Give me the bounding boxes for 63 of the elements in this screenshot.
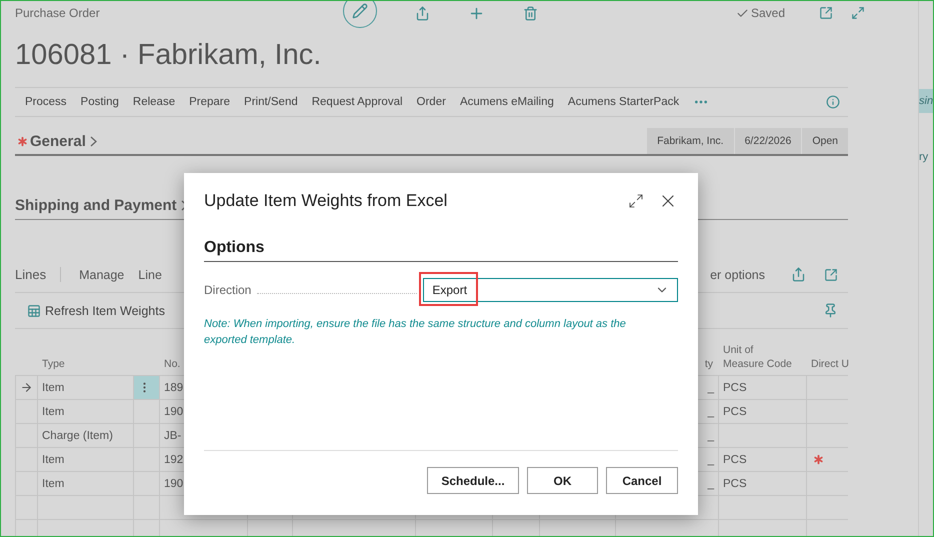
action-menu[interactable]: Order — [416, 96, 446, 108]
dialog-title: Update Item Weights from Excel — [204, 191, 448, 211]
lines-tab[interactable]: Manage — [79, 268, 124, 282]
table-cell: Charge (Item) — [37, 423, 133, 447]
column-header: Direct U — [811, 357, 849, 371]
table-cell: PCS — [718, 471, 806, 495]
open-new-window-icon[interactable] — [824, 268, 838, 282]
info-icon[interactable] — [826, 95, 840, 109]
table-cell — [247, 519, 292, 536]
column-header: ty — [704, 357, 713, 371]
table-cell: PCS — [718, 375, 806, 399]
expand-icon[interactable] — [628, 193, 644, 209]
delete-icon[interactable] — [523, 6, 538, 20]
pencil-icon — [352, 3, 368, 19]
share-icon[interactable] — [791, 267, 806, 282]
chevron-icon — [90, 136, 97, 146]
action-menu[interactable]: Release — [132, 96, 176, 108]
action-menu[interactable]: Acumens eMailing — [460, 96, 554, 108]
side-text: sin — [919, 89, 933, 113]
section-heading[interactable]: General — [30, 132, 86, 150]
table-cell — [492, 519, 539, 536]
table-cell: Item — [37, 399, 133, 423]
page-title: 106081 · Fabrikam, Inc. — [15, 38, 322, 73]
table-cell: Item — [37, 471, 133, 495]
table-cell — [133, 519, 159, 536]
column-header: Type — [42, 357, 65, 371]
dialog-button[interactable]: OK — [527, 467, 598, 494]
page-caption: Purchase Order — [15, 6, 101, 20]
action-menu[interactable]: Print/Send — [244, 96, 298, 108]
action-menu[interactable]: Acumens StarterPack — [568, 96, 680, 108]
side-text: ry — [919, 151, 930, 163]
check-icon — [736, 6, 749, 20]
column-header: Unit of Measure Code — [723, 343, 793, 371]
saved-status: Saved — [750, 6, 785, 20]
pin-icon[interactable] — [823, 303, 838, 318]
fact-box: Open — [801, 128, 848, 154]
table-icon — [27, 304, 41, 318]
fact-box: Fabrikam, Inc. — [646, 128, 734, 154]
action-menu[interactable]: Request Approval — [312, 96, 403, 108]
open-new-window-icon[interactable] — [819, 6, 833, 20]
action-menu[interactable]: Process — [25, 96, 67, 108]
direction-select[interactable]: Export — [423, 278, 678, 302]
table-cell — [15, 519, 37, 536]
column-header: No. — [164, 357, 180, 371]
fact-box: 6/22/2026 — [734, 128, 802, 154]
lines-heading: Lines — [15, 267, 62, 282]
refresh-item-weights-button[interactable]: Refresh Item Weights — [15, 304, 165, 318]
table-cell: PCS — [718, 447, 806, 471]
edit-button[interactable] — [343, 1, 377, 28]
dialog-button[interactable]: Cancel — [606, 467, 678, 494]
field-label: Direction — [204, 283, 252, 297]
table-cell: PCS — [718, 399, 806, 423]
section-heading: Options — [204, 239, 678, 262]
action-menu[interactable]: Posting — [80, 96, 119, 108]
note-text: Note: When importing, ensure the file has the same structure and column layout as the exported template. — [204, 317, 627, 348]
table-cell — [806, 519, 848, 536]
section-heading[interactable]: Shipping and Payment — [15, 197, 177, 214]
more-options-link[interactable]: er options — [710, 268, 765, 282]
lines-tab[interactable]: Line — [138, 268, 162, 282]
dialog-button[interactable]: Schedule... — [427, 467, 519, 494]
action-menu[interactable]: Prepare — [189, 96, 230, 108]
table-cell: Item — [37, 447, 133, 471]
share-icon[interactable] — [415, 6, 430, 20]
